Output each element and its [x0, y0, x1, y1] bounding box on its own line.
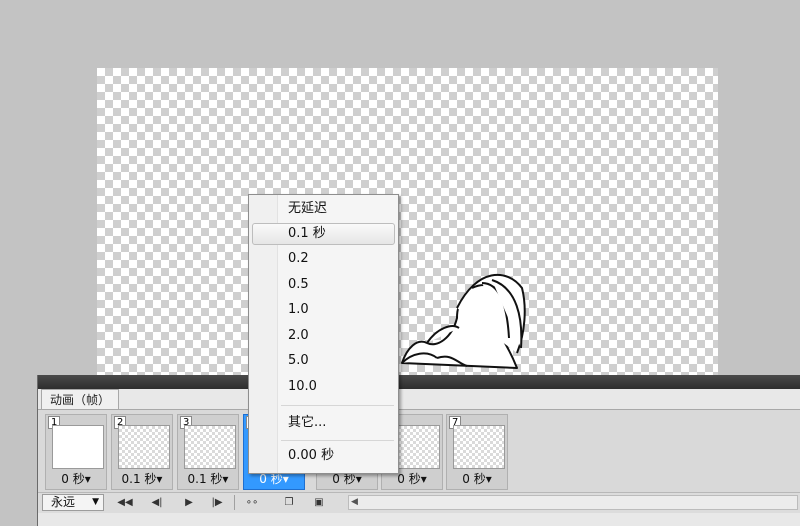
first-frame-icon[interactable]: ◀◀ [114, 495, 136, 511]
duplicate-frame-icon[interactable]: ❐ [278, 495, 300, 511]
frame-thumbnail [453, 425, 505, 469]
menu-item-2-0[interactable]: 2.0 [252, 325, 395, 347]
menu-item-0-1[interactable]: 0.1 秒 [252, 223, 395, 245]
frame-thumbnail [52, 425, 104, 469]
chevron-down-icon: ▼ [92, 497, 99, 507]
menu-item-10-0[interactable]: 10.0 [252, 376, 395, 398]
tab-animation-frames[interactable]: 动画（帧） [41, 389, 120, 410]
animation-toolbar: 永远 ▼ ◀◀ ◀| ▶ |▶ ∘∘ ❐ ▣ ◀ [38, 492, 800, 513]
frames-strip: 1 0 秒▾ 2 0.1 秒▾ 3 0.1 秒▾ 4 0 秒▾ 5 0 秒▾ 6… [38, 410, 800, 492]
prev-frame-icon[interactable]: ◀| [146, 495, 168, 511]
toolbar-divider [234, 495, 235, 510]
menu-separator [281, 440, 394, 441]
menu-item-other[interactable]: 其它... [252, 412, 395, 434]
menu-item-no-delay[interactable]: 无延迟 [252, 198, 395, 220]
frame-7[interactable]: 7 0 秒▾ [446, 414, 508, 490]
menu-item-1-0[interactable]: 1.0 [252, 299, 395, 321]
menu-separator [281, 405, 394, 406]
document-canvas[interactable] [97, 68, 718, 375]
delete-frame-icon[interactable]: ▣ [308, 495, 330, 511]
frame-delay-button[interactable]: 0.1 秒▾ [112, 470, 172, 487]
frame-delay-button[interactable]: 0 秒▾ [447, 470, 507, 487]
frame-1[interactable]: 1 0 秒▾ [45, 414, 107, 490]
frame-thumbnail [184, 425, 236, 469]
frame-delay-button[interactable]: 0.1 秒▾ [178, 470, 238, 487]
animation-panel: 动画（帧） 1 0 秒▾ 2 0.1 秒▾ 3 0.1 秒▾ 4 0 秒▾ 5 … [37, 375, 800, 526]
frame-3[interactable]: 3 0.1 秒▾ [177, 414, 239, 490]
panel-title-bar [38, 375, 800, 389]
frame-2[interactable]: 2 0.1 秒▾ [111, 414, 173, 490]
menu-item-current-delay: 0.00 秒 [288, 448, 335, 463]
next-frame-icon[interactable]: |▶ [206, 495, 228, 511]
frame-thumbnail [118, 425, 170, 469]
frames-scrollbar[interactable]: ◀ [348, 495, 798, 510]
loop-options-select[interactable]: 永远 ▼ [42, 494, 104, 511]
eagle-illustration [401, 273, 526, 369]
menu-item-5-0[interactable]: 5.0 [252, 350, 395, 372]
menu-item-0-5[interactable]: 0.5 [252, 274, 395, 296]
scroll-left-icon[interactable]: ◀ [351, 496, 358, 509]
play-icon[interactable]: ▶ [178, 495, 200, 511]
menu-item-0-2[interactable]: 0.2 [252, 248, 395, 270]
loop-value: 永远 [51, 495, 76, 509]
frame-delay-button[interactable]: 0 秒▾ [46, 470, 106, 487]
tween-icon[interactable]: ∘∘ [241, 495, 263, 511]
frame-delay-menu: 无延迟 0.1 秒 0.2 0.5 1.0 2.0 5.0 10.0 其它...… [248, 194, 399, 474]
